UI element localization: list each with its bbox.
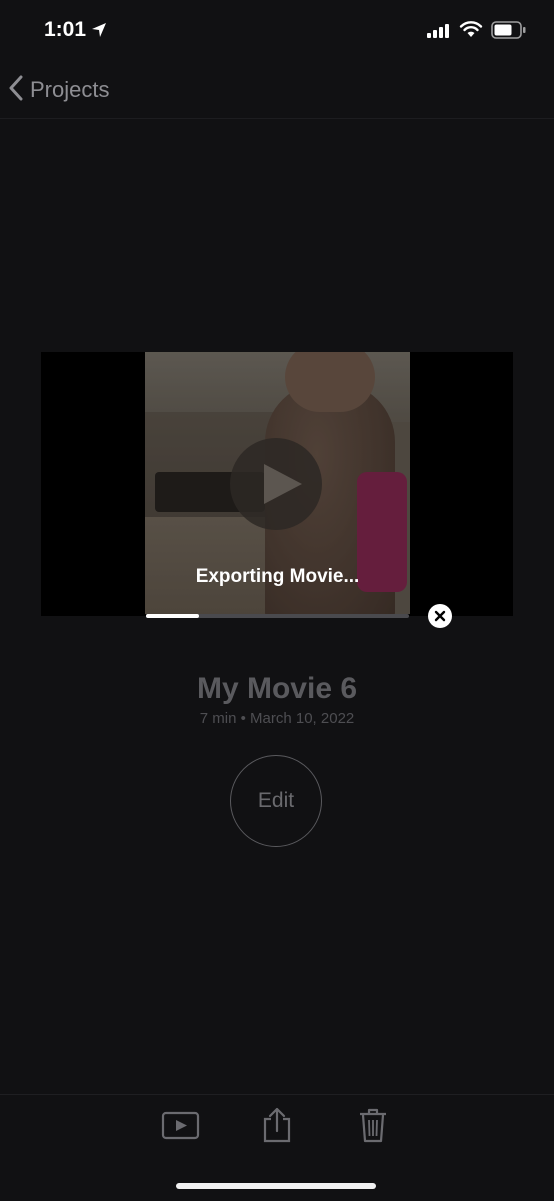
- wifi-icon: [459, 20, 483, 43]
- export-progress-fill: [146, 614, 199, 618]
- play-button[interactable]: [230, 438, 322, 530]
- cancel-export-button[interactable]: [428, 604, 452, 628]
- play-preview-button[interactable]: [161, 1111, 201, 1147]
- video-preview[interactable]: Exporting Movie...: [41, 352, 513, 618]
- delete-button[interactable]: [353, 1107, 393, 1143]
- share-icon: [257, 1107, 297, 1147]
- project-title: My Movie 6: [196, 672, 358, 705]
- export-status: Exporting Movie...: [195, 566, 360, 587]
- back-label: Projects: [30, 77, 110, 102]
- edit-button[interactable]: Edit: [230, 755, 322, 847]
- navigation-bar: Projects: [0, 62, 554, 119]
- play-preview-icon: [161, 1111, 201, 1145]
- signal-icon: [427, 24, 451, 43]
- edit-label: Edit: [257, 789, 295, 812]
- battery-icon: [491, 21, 527, 44]
- status-time: 1:01: [44, 18, 87, 41]
- location-arrow-icon: [90, 21, 108, 44]
- trash-icon: [353, 1108, 393, 1147]
- chevron-left-icon: [8, 75, 30, 106]
- status-bar: 1:01: [0, 0, 554, 60]
- share-button[interactable]: [257, 1107, 297, 1143]
- back-button[interactable]: Projects: [8, 70, 109, 110]
- project-meta: 7 min • March 10, 2022: [199, 710, 355, 727]
- export-progress-bar: [146, 614, 409, 618]
- home-indicator[interactable]: [176, 1183, 376, 1189]
